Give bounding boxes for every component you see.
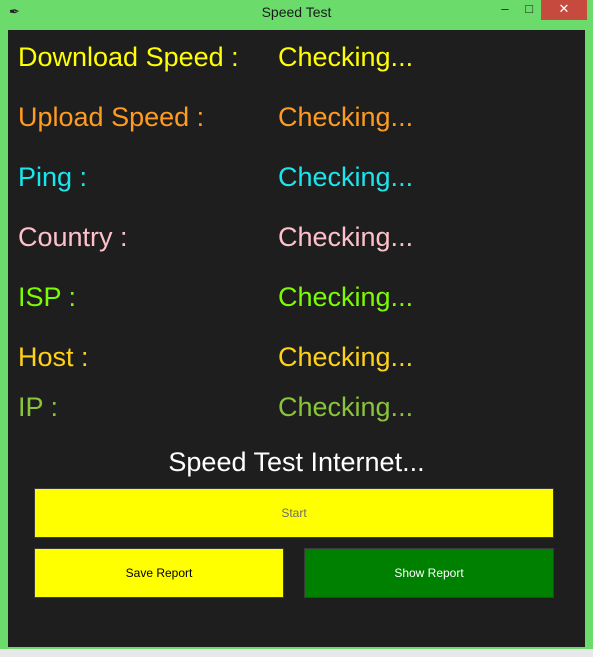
title-bar[interactable]: ✒ Speed Test – □ ✕ bbox=[0, 0, 593, 26]
close-button[interactable]: ✕ bbox=[541, 0, 587, 20]
ip-label: IP : bbox=[18, 392, 59, 422]
download-speed-label: Download Speed : bbox=[18, 42, 239, 72]
ping-label: Ping : bbox=[18, 162, 88, 192]
app-window: ✒ Speed Test – □ ✕ Download Speed : Chec… bbox=[0, 0, 593, 657]
start-button[interactable]: Start bbox=[34, 488, 554, 538]
save-report-button[interactable]: Save Report bbox=[34, 548, 284, 598]
maximize-button[interactable]: □ bbox=[518, 0, 540, 20]
taskbar-strip bbox=[0, 649, 593, 657]
host-label: Host : bbox=[18, 342, 89, 372]
main-panel: Download Speed : Checking... Upload Spee… bbox=[8, 30, 585, 647]
host-value: Checking... bbox=[278, 342, 414, 372]
isp-value: Checking... bbox=[278, 282, 414, 312]
upload-speed-label: Upload Speed : bbox=[18, 102, 205, 132]
status-heading: Speed Test Internet... bbox=[168, 447, 425, 477]
minimize-button[interactable]: – bbox=[494, 0, 516, 20]
country-value: Checking... bbox=[278, 222, 414, 252]
show-report-button[interactable]: Show Report bbox=[304, 548, 554, 598]
ping-value: Checking... bbox=[278, 162, 414, 192]
ip-value: Checking... bbox=[278, 392, 414, 422]
country-label: Country : bbox=[18, 222, 128, 252]
isp-label: ISP : bbox=[18, 282, 77, 312]
download-speed-value: Checking... bbox=[278, 42, 414, 72]
upload-speed-value: Checking... bbox=[278, 102, 414, 132]
